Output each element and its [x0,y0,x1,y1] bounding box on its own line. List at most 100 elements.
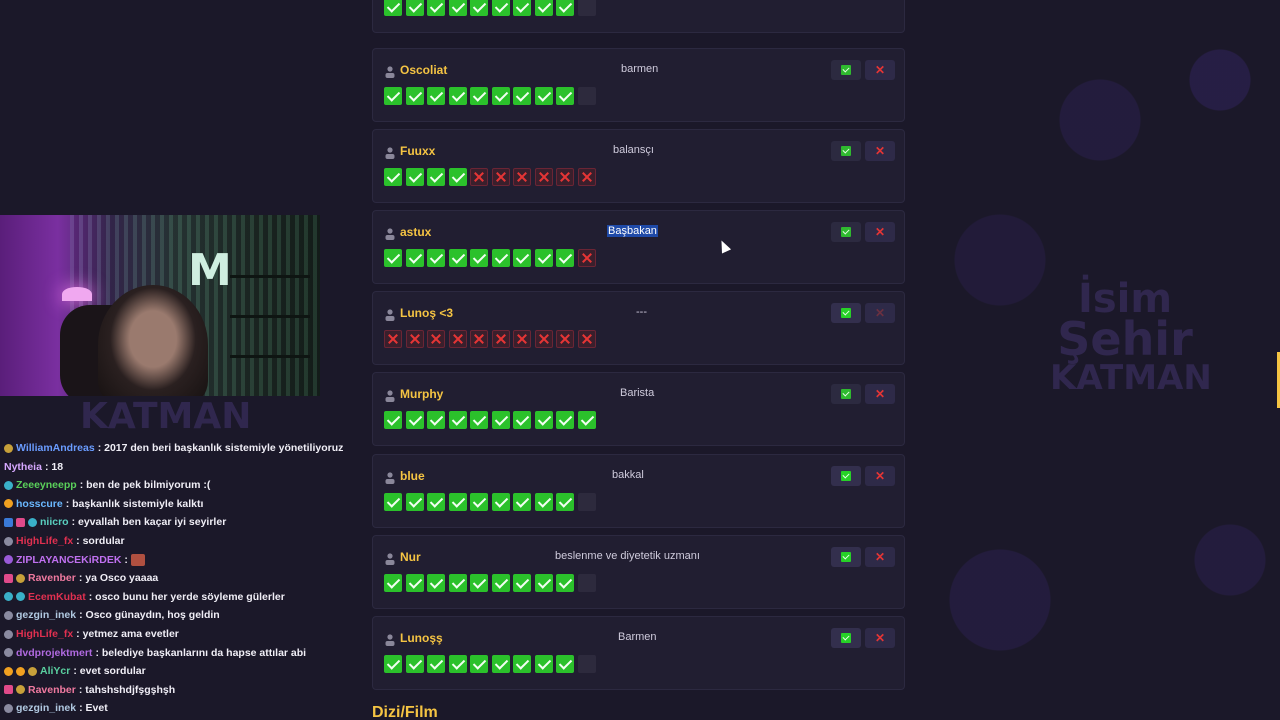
reject-button[interactable]: ✕ [865,547,895,567]
player-answer[interactable]: --- [636,306,647,318]
vote-empty-slot [577,493,596,511]
game-logo-watermark: İsim Şehir KATMAN [1050,276,1212,398]
close-icon: ✕ [874,306,886,320]
approve-button[interactable] [831,466,861,486]
chat-username[interactable]: dvdprojektmert [16,647,92,659]
chat-username[interactable]: niicro [40,516,69,528]
chat-username[interactable]: WilliamAndreas [16,442,95,454]
chat-badge-icon [16,592,25,602]
vote-results [384,0,596,16]
approve-button[interactable] [831,384,861,404]
chat-username[interactable]: hosscure [16,498,63,510]
vote-yes-icon [491,655,510,673]
check-icon [841,308,851,318]
player-answer[interactable]: Barista [620,387,654,399]
user-icon [385,634,395,646]
vote-yes-icon [556,0,574,16]
chat-text: : belediye başkanlarını da hapse attılar… [95,646,307,659]
vote-yes-icon [405,0,424,16]
vote-yes-icon [448,493,467,511]
player-name: Murphy [400,387,444,401]
user-icon [385,309,395,321]
chat-badge-icon [4,610,13,620]
vote-no-icon [427,330,445,348]
reject-button[interactable]: ✕ [865,60,895,80]
chat-username[interactable]: Ravenber [28,684,76,696]
player-answer[interactable]: balansçı [613,144,654,156]
chat-username[interactable]: EcemKubat [28,591,86,603]
vote-yes-icon [513,655,531,673]
vote-yes-icon [384,411,402,429]
chat-badge-icon [4,666,13,676]
vote-yes-icon [534,574,553,592]
vote-yes-icon [470,0,488,16]
chat-text: : ya Osco yaaaa [78,572,159,585]
vote-yes-icon [448,655,467,673]
chat-username[interactable]: HighLife_fx [16,628,73,640]
vote-yes-icon [470,411,488,429]
chat-username[interactable]: ZIPLAYANCEKiRDEK [16,554,121,566]
vote-results [384,655,596,673]
chat-username[interactable]: Ravenber [28,572,76,584]
chat-username[interactable]: AliYcr [40,665,70,677]
chat-text: : ben de pek bilmiyorum :( [79,479,211,492]
vote-yes-icon [534,249,553,267]
vote-yes-icon [513,411,531,429]
chat-username[interactable]: Nytheia [4,461,42,473]
chat-username[interactable]: gezgin_inek [16,609,76,621]
close-icon: ✕ [874,63,886,77]
reject-button[interactable]: ✕ [865,628,895,648]
vote-yes-icon [427,168,445,186]
close-icon: ✕ [874,387,886,401]
vote-yes-icon [470,493,488,511]
reject-button[interactable]: ✕ [865,466,895,486]
player-answer[interactable]: Barmen [618,631,657,643]
chat-username[interactable]: Zeeeyneepp [16,479,77,491]
player-answer[interactable]: beslenme ve diyetetik uzmanı [555,550,700,562]
vote-yes-icon [427,87,445,105]
vote-yes-icon [405,493,424,511]
vote-yes-icon [491,0,510,16]
chat-username[interactable]: gezgin_inek [16,702,76,714]
chat-badge-icon [4,592,13,602]
approve-button[interactable] [831,547,861,567]
vote-yes-icon [470,87,488,105]
approve-button[interactable] [831,303,861,323]
vote-yes-icon [448,249,467,267]
approve-button[interactable] [831,222,861,242]
reject-button[interactable]: ✕ [865,303,895,323]
vote-no-icon [577,330,596,348]
reject-button[interactable]: ✕ [865,222,895,242]
approve-button[interactable] [831,141,861,161]
approve-button[interactable] [831,60,861,80]
vote-yes-icon [448,574,467,592]
chat-text: : yetmez ama evetler [76,628,179,640]
chat-message: Zeeeyneepp: ben de pek bilmiyorum :( [4,476,210,494]
vote-no-icon [513,168,531,186]
vote-yes-icon [448,87,467,105]
player-card: Fuuxx balansçı ✕ [372,129,905,203]
player-answer[interactable]: bakkal [612,469,644,481]
chat-message: Nytheia: 18 [4,458,63,476]
player-name: blue [400,469,425,483]
vote-no-icon [513,330,531,348]
vote-empty-slot [577,87,596,105]
chat-text: : eyvallah ben kaçar iyi seyirler [71,516,227,529]
vote-no-icon [556,168,574,186]
reject-button[interactable]: ✕ [865,141,895,161]
close-icon: ✕ [874,550,886,564]
vote-no-icon [384,330,402,348]
vote-yes-icon [556,411,574,429]
player-answer[interactable]: Başbakan [607,225,658,237]
vote-yes-icon [513,574,531,592]
vote-yes-icon [405,168,424,186]
chat-text: : Osco günaydın, hoş geldin [79,609,220,622]
chat-badge-icon [28,517,37,527]
approve-button[interactable] [831,628,861,648]
chat-username[interactable]: HighLife_fx [16,535,73,547]
vote-no-icon [534,168,553,186]
reject-button[interactable]: ✕ [865,384,895,404]
player-answer[interactable]: barmen [621,63,658,75]
chat-badge-icon [4,629,13,639]
close-icon: ✕ [874,225,886,239]
